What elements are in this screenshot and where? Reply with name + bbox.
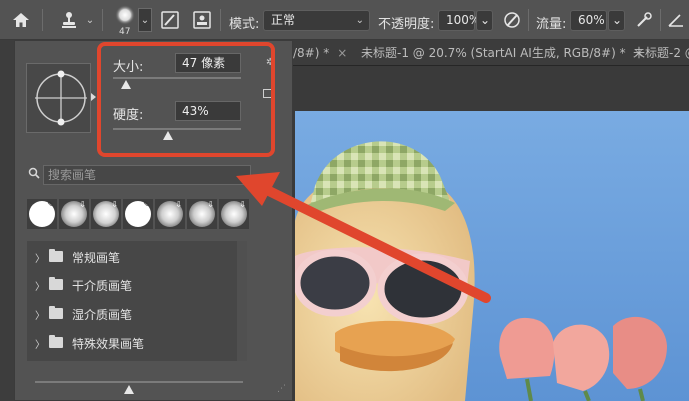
annotation-arrow	[236, 172, 491, 303]
